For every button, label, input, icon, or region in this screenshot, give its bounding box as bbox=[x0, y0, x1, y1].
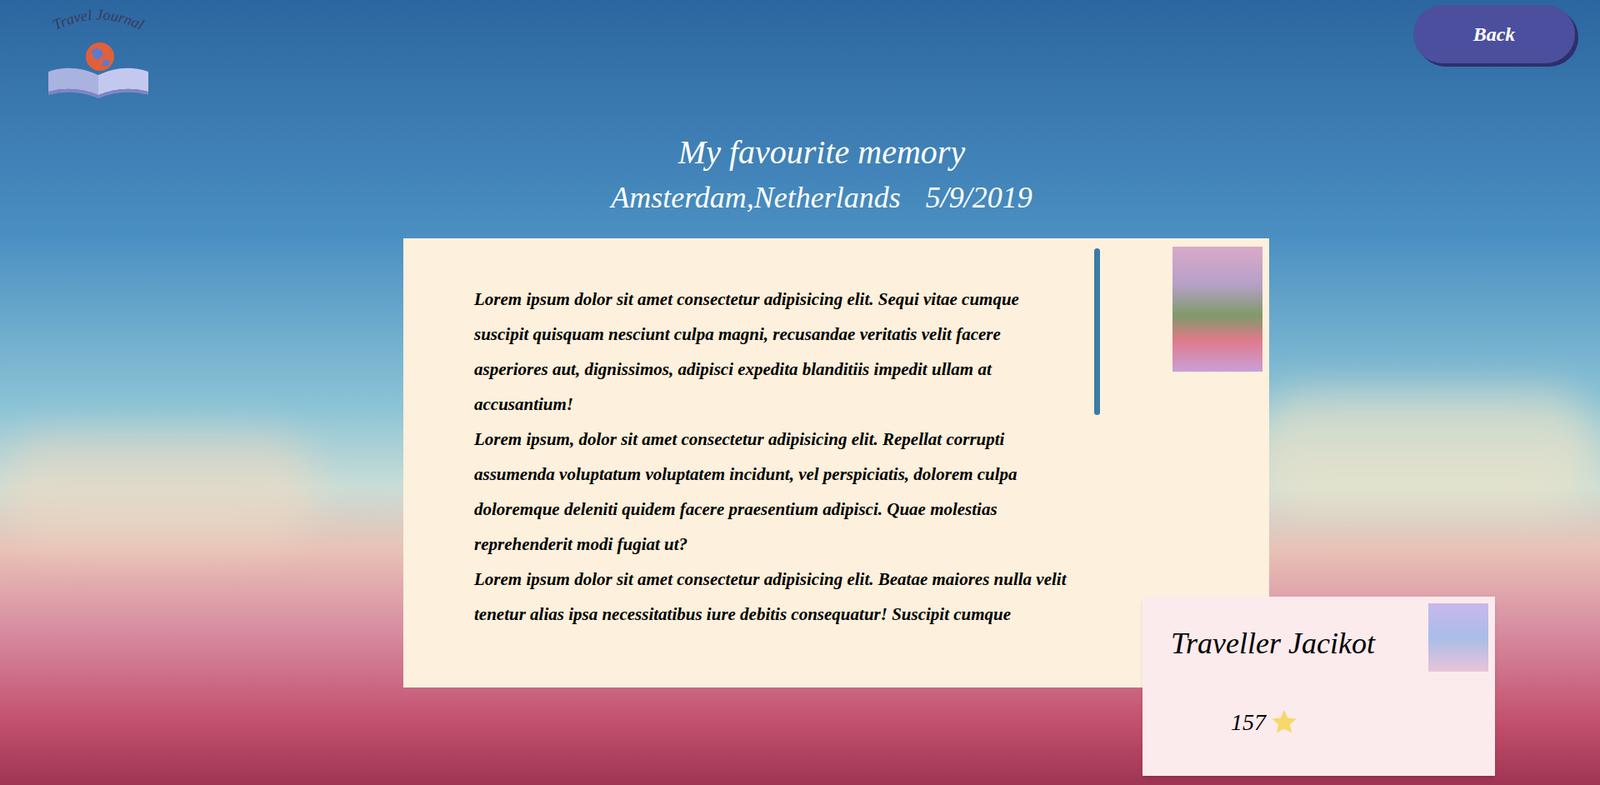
top-bar: Travel Journal Back bbox=[0, 0, 1600, 105]
letter-paragraph: Lorem ipsum dolor sit amet consectetur a… bbox=[474, 561, 1075, 632]
svg-text:Travel Journal: Travel Journal bbox=[50, 5, 147, 33]
memory-title: My favourite memory bbox=[0, 133, 1600, 172]
letter-paragraph: Lorem ipsum, dolor sit amet consectetur … bbox=[474, 421, 1075, 562]
scrollbar[interactable] bbox=[1094, 248, 1100, 415]
letter-paragraph: Lorem ipsum dolor sit amet consectetur a… bbox=[474, 281, 1075, 422]
star-icon bbox=[1269, 707, 1300, 738]
cloud bbox=[0, 433, 317, 542]
author-likes: 157 bbox=[1230, 705, 1300, 740]
location: Amsterdam,Netherlands bbox=[610, 178, 901, 217]
author-stamp bbox=[1428, 603, 1489, 672]
logo-icon[interactable]: Travel Journal bbox=[23, 5, 174, 105]
date: 5/9/2019 bbox=[925, 178, 1033, 217]
back-button[interactable]: Back bbox=[1413, 5, 1575, 64]
author-name: Traveller Jacikot bbox=[1170, 623, 1375, 664]
letter-text[interactable]: Lorem ipsum dolor sit amet consectetur a… bbox=[474, 281, 1075, 663]
cloud bbox=[1250, 391, 1600, 509]
author-card[interactable]: Traveller Jacikot 157 bbox=[1142, 596, 1495, 776]
memory-subtitle: Amsterdam,Netherlands 5/9/2019 bbox=[0, 178, 1600, 217]
letter-card: Lorem ipsum dolor sit amet consectetur a… bbox=[403, 238, 1270, 688]
stamp-image bbox=[1172, 246, 1263, 372]
page: Travel Journal Back My favourite memory Ams… bbox=[0, 0, 1600, 785]
